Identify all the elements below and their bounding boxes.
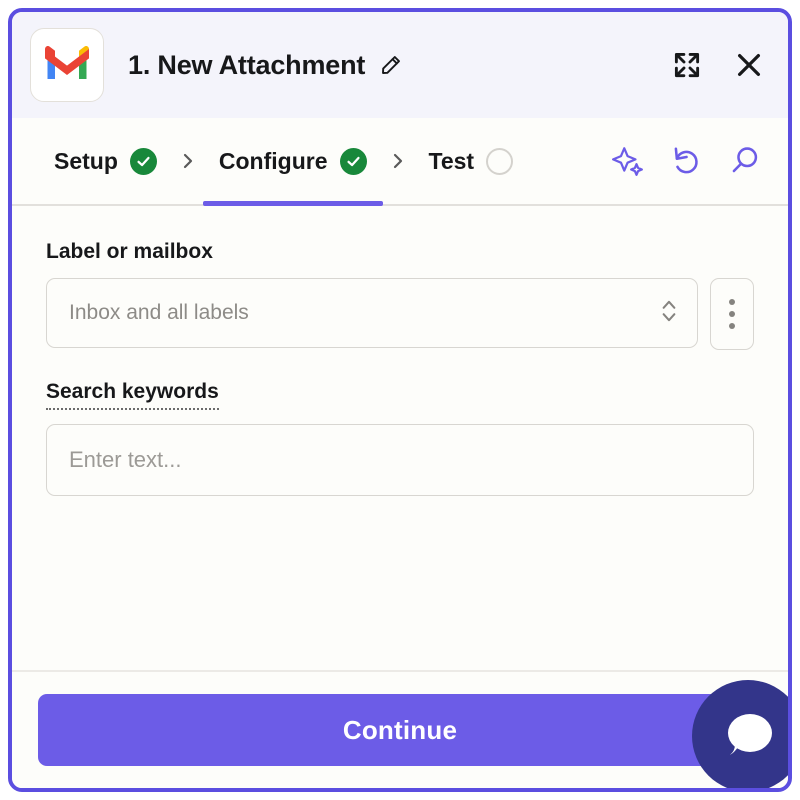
close-x-icon[interactable]: [732, 48, 766, 82]
tab-test[interactable]: Test: [413, 118, 530, 204]
continue-button[interactable]: Continue: [38, 694, 762, 766]
chevron-right-icon: [173, 149, 203, 173]
tab-test-label: Test: [428, 147, 475, 174]
kebab-dot: [729, 323, 735, 329]
search-magnifier-icon[interactable]: [724, 141, 764, 181]
step-tabbar: Setup Configure Test: [12, 118, 788, 206]
search-keywords-input[interactable]: [46, 424, 754, 496]
label-or-mailbox-select[interactable]: Inbox and all labels: [46, 278, 698, 348]
modal-footer: Continue: [12, 670, 788, 788]
kebab-dot: [729, 311, 735, 317]
gmail-icon: [44, 45, 90, 85]
select-placeholder: Inbox and all labels: [69, 301, 249, 324]
field-label-or-mailbox: Label or mailbox Inbox and all labels: [46, 240, 754, 350]
ai-sparkle-icon[interactable]: [608, 141, 648, 181]
app-icon-tile: [30, 28, 104, 102]
field-row: [46, 424, 754, 496]
tab-setup-label: Setup: [54, 147, 118, 174]
field-row: Inbox and all labels: [46, 278, 754, 350]
zap-editor-modal: 1. New Attachment Setup Configure Test L…: [8, 8, 792, 792]
field-search-keywords: Search keywords: [46, 380, 754, 496]
field-label: Search keywords: [46, 380, 219, 410]
undo-arrow-icon[interactable]: [666, 141, 706, 181]
check-circle-icon: [339, 147, 367, 175]
check-circle-icon: [129, 147, 157, 175]
more-vertical-icon[interactable]: [710, 278, 754, 350]
expand-fullscreen-icon[interactable]: [670, 48, 704, 82]
header-actions: [670, 48, 766, 82]
configure-form: Label or mailbox Inbox and all labels Se…: [12, 206, 788, 670]
modal-header: 1. New Attachment: [12, 12, 788, 118]
tab-setup[interactable]: Setup: [38, 118, 173, 204]
chevron-up-down-icon: [659, 297, 679, 330]
kebab-dot: [729, 299, 735, 305]
chevron-right-icon: [383, 149, 413, 173]
tab-configure[interactable]: Configure: [202, 118, 383, 206]
empty-circle-icon: [486, 147, 514, 175]
pencil-icon[interactable]: [378, 52, 404, 78]
page-title: 1. New Attachment: [128, 49, 366, 80]
tab-configure-label: Configure: [218, 147, 328, 174]
tabbar-actions: [608, 141, 768, 181]
field-label: Label or mailbox: [46, 240, 213, 263]
chat-bubble-icon[interactable]: [692, 680, 788, 788]
